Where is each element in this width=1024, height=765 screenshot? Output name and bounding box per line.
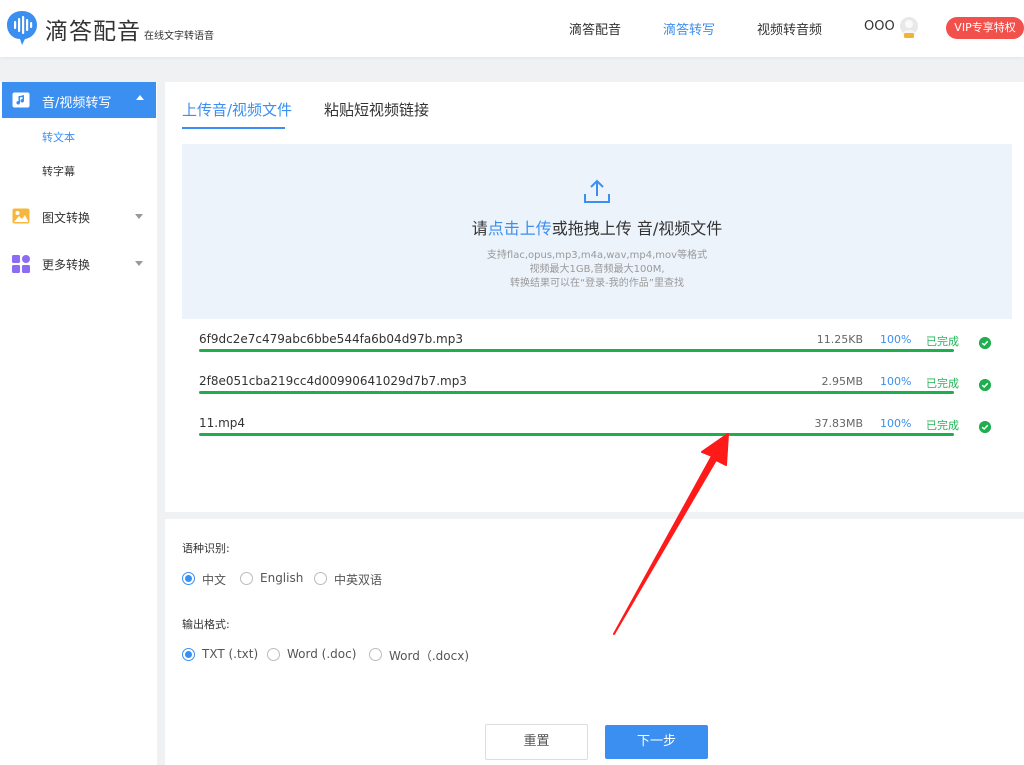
reset-button[interactable]: 重置 xyxy=(485,724,588,760)
nav-video-to-audio[interactable]: 视频转音频 xyxy=(757,19,822,38)
output-format-label: 输出格式: xyxy=(182,618,230,631)
radio-chinese[interactable]: 中文 xyxy=(182,570,242,587)
radio-format-txt[interactable]: TXT (.txt) xyxy=(182,646,262,662)
logo-icon xyxy=(7,11,37,45)
image-icon xyxy=(12,208,30,224)
file-row: 6f9dc2e7c479abc6bbe544fa6b04d97b.mp3 11.2… xyxy=(199,332,999,368)
radio-dot xyxy=(182,648,195,661)
dropzone-size-hint: 视频最大1GB,音频最大100M, xyxy=(529,264,665,275)
file-percent: 100% xyxy=(880,417,912,430)
radio-dot xyxy=(369,648,382,661)
file-size: 2.95MB xyxy=(821,375,863,388)
radio-dot xyxy=(240,572,253,585)
vip-privilege-button[interactable]: VIP专享特权 xyxy=(946,17,1024,39)
upload-panel: 上传音/视频文件 粘贴短视频链接 请点击上传或拖拽上传 音/视频文件 支持fla… xyxy=(165,82,1024,512)
radio-label: 中文 xyxy=(202,573,227,587)
file-status: 已完成 xyxy=(926,419,959,432)
sidebar-item-audio-video-transcribe[interactable]: 音/视频转写 xyxy=(2,82,156,118)
file-name: 2f8e051cba219cc4d00990641029d7b7.mp3 xyxy=(199,374,467,388)
vip-avatar-icon[interactable] xyxy=(898,16,920,40)
file-percent: 100% xyxy=(880,333,912,346)
radio-label: 中英双语 xyxy=(334,573,383,587)
active-tab-indicator xyxy=(182,127,285,129)
dropzone-title: 请点击上传或拖拽上传 音/视频文件 xyxy=(182,215,1012,239)
radio-format-docx[interactable]: Word（.docx) xyxy=(369,646,469,663)
file-name: 11.mp4 xyxy=(199,416,246,430)
grid-icon xyxy=(12,255,30,273)
sidebar-item-image-text[interactable]: 图文转换 xyxy=(0,202,157,232)
radio-label: Word (.doc) xyxy=(287,647,357,661)
nav-dida-dubbing[interactable]: 滴答配音 xyxy=(569,19,621,38)
radio-bilingual[interactable]: 中英双语 xyxy=(314,570,394,587)
upload-dropzone[interactable]: 请点击上传或拖拽上传 音/视频文件 支持flac,opus,mp3,m4a,wa… xyxy=(182,144,1012,319)
sidebar-item-more[interactable]: 更多转换 xyxy=(0,249,157,279)
sidebar: 音/视频转写 转文本 转字幕 图文转换 更多转换 xyxy=(0,82,157,765)
tab-upload-file[interactable]: 上传音/视频文件 xyxy=(182,99,292,120)
file-row: 11.mp4 37.83MB 100% 已完成 xyxy=(199,416,999,452)
file-status: 已完成 xyxy=(926,335,959,348)
file-row: 2f8e051cba219cc4d00990641029d7b7.mp3 2.95… xyxy=(199,374,999,410)
progress-fill xyxy=(199,433,954,436)
file-percent: 100% xyxy=(880,375,912,388)
progress-fill xyxy=(199,391,954,394)
sidebar-sub-to-subtitle[interactable]: 转字幕 xyxy=(42,163,75,179)
file-size: 37.83MB xyxy=(814,417,863,430)
username[interactable]: OOO xyxy=(864,19,895,34)
dropzone-prefix: 请 xyxy=(471,219,488,238)
progress-track xyxy=(199,349,954,352)
upload-icon xyxy=(584,179,610,203)
radio-dot xyxy=(267,648,280,661)
click-upload-link[interactable]: 点击上传 xyxy=(488,219,552,238)
chevron-down-icon xyxy=(135,214,143,219)
sidebar-item-label: 音/视频转写 xyxy=(42,96,112,111)
audio-video-icon xyxy=(12,92,30,108)
sidebar-item-label: 图文转换 xyxy=(42,211,91,225)
top-header: 滴答配音 在线文字转语音 滴答配音 滴答转写 视频转音频 OOO VIP专享特权 xyxy=(0,0,1024,57)
radio-label: English xyxy=(260,571,304,585)
radio-label: TXT (.txt) xyxy=(202,647,259,661)
file-status: 已完成 xyxy=(926,377,959,390)
radio-dot xyxy=(314,572,327,585)
check-circle-icon xyxy=(979,421,991,433)
dropzone-result-hint: 转换结果可以在“登录-我的作品”里查找 xyxy=(510,278,684,289)
progress-fill xyxy=(199,349,954,352)
file-size: 11.25KB xyxy=(816,333,863,346)
progress-track xyxy=(199,433,954,436)
brand-name[interactable]: 滴答配音 xyxy=(45,12,141,46)
nav-dida-transcribe[interactable]: 滴答转写 xyxy=(663,19,715,38)
progress-track xyxy=(199,391,954,394)
dropzone-suffix: 或拖拽上传 音/视频文件 xyxy=(551,219,723,238)
chevron-down-icon xyxy=(135,261,143,266)
check-circle-icon xyxy=(979,337,991,349)
brand-tagline: 在线文字转语音 xyxy=(144,31,214,42)
file-name: 6f9dc2e7c479abc6bbe544fa6b04d97b.mp3 xyxy=(199,332,463,346)
sidebar-sub-to-text[interactable]: 转文本 xyxy=(42,129,75,145)
radio-label: Word（.docx) xyxy=(389,649,469,663)
options-panel: 语种识别: 中文 English 中英双语 输出格式: TXT (.txt) W… xyxy=(165,519,1024,765)
next-step-button[interactable]: 下一步 xyxy=(605,725,708,759)
radio-english[interactable]: English xyxy=(240,570,310,586)
check-circle-icon xyxy=(979,379,991,391)
chevron-up-icon xyxy=(136,95,144,100)
sidebar-item-label: 更多转换 xyxy=(42,258,91,272)
tab-paste-link[interactable]: 粘贴短视频链接 xyxy=(324,99,429,120)
radio-format-doc[interactable]: Word (.doc) xyxy=(267,646,362,662)
language-label: 语种识别: xyxy=(182,542,230,555)
radio-dot xyxy=(182,572,195,585)
dropzone-formats-hint: 支持flac,opus,mp3,m4a,wav,mp4,mov等格式 xyxy=(486,250,708,261)
